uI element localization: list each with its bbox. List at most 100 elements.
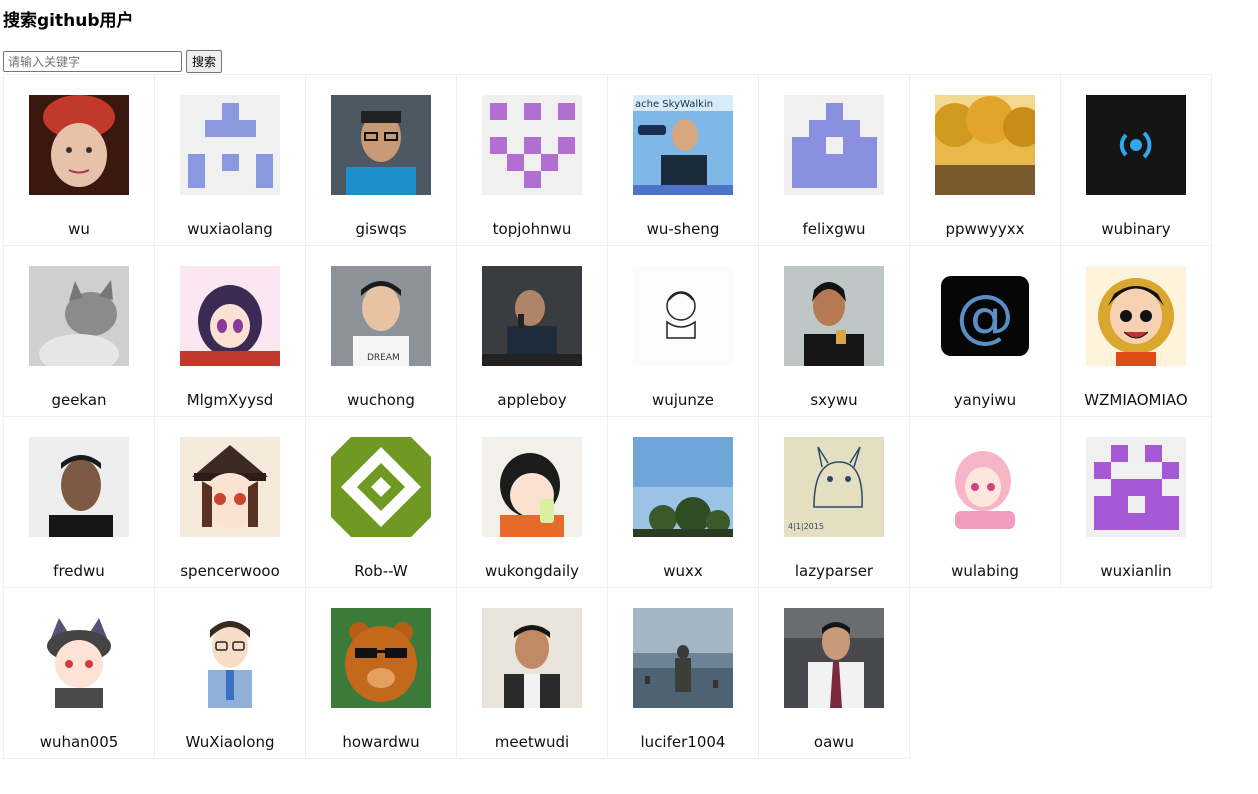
- user-login[interactable]: wuxiaolang: [155, 220, 305, 238]
- search-button[interactable]: 搜索: [186, 50, 223, 73]
- user-avatar[interactable]: [331, 608, 431, 708]
- svg-text:@: @: [956, 282, 1014, 350]
- user-card[interactable]: wulabing: [909, 416, 1061, 588]
- user-avatar[interactable]: [180, 266, 280, 366]
- user-avatar[interactable]: [482, 95, 582, 195]
- user-grid: wu wuxiaolang giswqs topjohnwu ache SkyWalki…: [3, 74, 1219, 759]
- user-login[interactable]: wuchong: [306, 391, 456, 409]
- user-login[interactable]: WuXiaolong: [155, 733, 305, 751]
- user-card[interactable]: spencerwooo: [154, 416, 306, 588]
- user-card[interactable]: lucifer1004: [607, 587, 759, 759]
- user-card[interactable]: fredwu: [3, 416, 155, 588]
- user-avatar[interactable]: [784, 95, 884, 195]
- user-card[interactable]: wuxx: [607, 416, 759, 588]
- user-card[interactable]: ppwwyyxx: [909, 74, 1061, 246]
- user-login[interactable]: ppwwyyxx: [910, 220, 1060, 238]
- user-login[interactable]: wu-sheng: [608, 220, 758, 238]
- user-avatar[interactable]: [633, 608, 733, 708]
- user-card[interactable]: wuxiaolang: [154, 74, 306, 246]
- user-login[interactable]: wubinary: [1061, 220, 1211, 238]
- user-avatar[interactable]: [29, 266, 129, 366]
- user-login[interactable]: wujunze: [608, 391, 758, 409]
- user-card[interactable]: oawu: [758, 587, 910, 759]
- user-avatar[interactable]: [180, 608, 280, 708]
- user-card[interactable]: meetwudi: [456, 587, 608, 759]
- user-avatar[interactable]: [29, 95, 129, 195]
- user-card[interactable]: wu: [3, 74, 155, 246]
- user-avatar[interactable]: [482, 608, 582, 708]
- user-avatar[interactable]: @: [935, 266, 1035, 366]
- user-card[interactable]: wuxianlin: [1060, 416, 1212, 588]
- user-avatar[interactable]: [1086, 437, 1186, 537]
- user-login[interactable]: fredwu: [4, 562, 154, 580]
- user-avatar[interactable]: [784, 608, 884, 708]
- user-login[interactable]: lazyparser: [759, 562, 909, 580]
- user-login[interactable]: meetwudi: [457, 733, 607, 751]
- user-avatar[interactable]: [482, 266, 582, 366]
- user-login[interactable]: felixgwu: [759, 220, 909, 238]
- user-login[interactable]: topjohnwu: [457, 220, 607, 238]
- user-card[interactable]: ache SkyWalkin wu-sheng: [607, 74, 759, 246]
- user-login[interactable]: lucifer1004: [608, 733, 758, 751]
- user-card[interactable]: howardwu: [305, 587, 457, 759]
- user-card[interactable]: wubinary: [1060, 74, 1212, 246]
- user-card[interactable]: appleboy: [456, 245, 608, 417]
- user-avatar[interactable]: [935, 95, 1035, 195]
- user-card[interactable]: topjohnwu: [456, 74, 608, 246]
- user-card[interactable]: WZMIAOMIAO: [1060, 245, 1212, 417]
- user-login[interactable]: wuxx: [608, 562, 758, 580]
- user-login[interactable]: giswqs: [306, 220, 456, 238]
- user-login[interactable]: WZMIAOMIAO: [1061, 391, 1211, 409]
- search-bar: 搜索: [3, 50, 223, 73]
- user-card[interactable]: Rob--W: [305, 416, 457, 588]
- user-avatar[interactable]: [29, 608, 129, 708]
- user-avatar[interactable]: [331, 95, 431, 195]
- page-title: 搜索github用户: [3, 11, 134, 31]
- user-card[interactable]: wuhan005: [3, 587, 155, 759]
- user-login[interactable]: spencerwooo: [155, 562, 305, 580]
- user-card[interactable]: @ yanyiwu: [909, 245, 1061, 417]
- user-avatar[interactable]: [935, 437, 1035, 537]
- user-avatar[interactable]: [180, 95, 280, 195]
- user-avatar[interactable]: DREAM: [331, 266, 431, 366]
- user-card[interactable]: sxywu: [758, 245, 910, 417]
- user-login[interactable]: Rob--W: [306, 562, 456, 580]
- user-avatar[interactable]: 4|1|2015: [784, 437, 884, 537]
- page: 搜索github用户 搜索 wuwuxiaolanggiswqstopjohnw…: [0, 0, 1258, 794]
- user-login[interactable]: wu: [4, 220, 154, 238]
- user-login[interactable]: appleboy: [457, 391, 607, 409]
- svg-text:4|1|2015: 4|1|2015: [788, 522, 824, 531]
- search-input[interactable]: [3, 51, 182, 72]
- user-card[interactable]: giswqs: [305, 74, 457, 246]
- user-avatar[interactable]: [633, 437, 733, 537]
- user-login[interactable]: oawu: [759, 733, 909, 751]
- user-login[interactable]: wuxianlin: [1061, 562, 1211, 580]
- user-card[interactable]: WuXiaolong: [154, 587, 306, 759]
- user-avatar[interactable]: [784, 266, 884, 366]
- user-card[interactable]: 4|1|2015 lazyparser: [758, 416, 910, 588]
- user-login[interactable]: sxywu: [759, 391, 909, 409]
- user-login[interactable]: geekan: [4, 391, 154, 409]
- user-login[interactable]: wulabing: [910, 562, 1060, 580]
- user-card[interactable]: felixgwu: [758, 74, 910, 246]
- user-card[interactable]: wujunze: [607, 245, 759, 417]
- svg-text:DREAM: DREAM: [367, 353, 400, 363]
- user-card[interactable]: wukongdaily: [456, 416, 608, 588]
- user-avatar[interactable]: ache SkyWalkin: [633, 95, 733, 195]
- user-login[interactable]: yanyiwu: [910, 391, 1060, 409]
- user-card[interactable]: MlgmXyysd: [154, 245, 306, 417]
- user-avatar[interactable]: [1086, 266, 1186, 366]
- user-login[interactable]: wuhan005: [4, 733, 154, 751]
- user-login[interactable]: MlgmXyysd: [155, 391, 305, 409]
- user-avatar[interactable]: [331, 437, 431, 537]
- user-avatar[interactable]: [633, 266, 733, 366]
- user-login[interactable]: wukongdaily: [457, 562, 607, 580]
- user-card[interactable]: DREAM wuchong: [305, 245, 457, 417]
- svg-text:ache SkyWalkin: ache SkyWalkin: [635, 99, 713, 110]
- user-card[interactable]: geekan: [3, 245, 155, 417]
- user-avatar[interactable]: [180, 437, 280, 537]
- user-avatar[interactable]: [1086, 95, 1186, 195]
- user-avatar[interactable]: [482, 437, 582, 537]
- user-avatar[interactable]: [29, 437, 129, 537]
- user-login[interactable]: howardwu: [306, 733, 456, 751]
